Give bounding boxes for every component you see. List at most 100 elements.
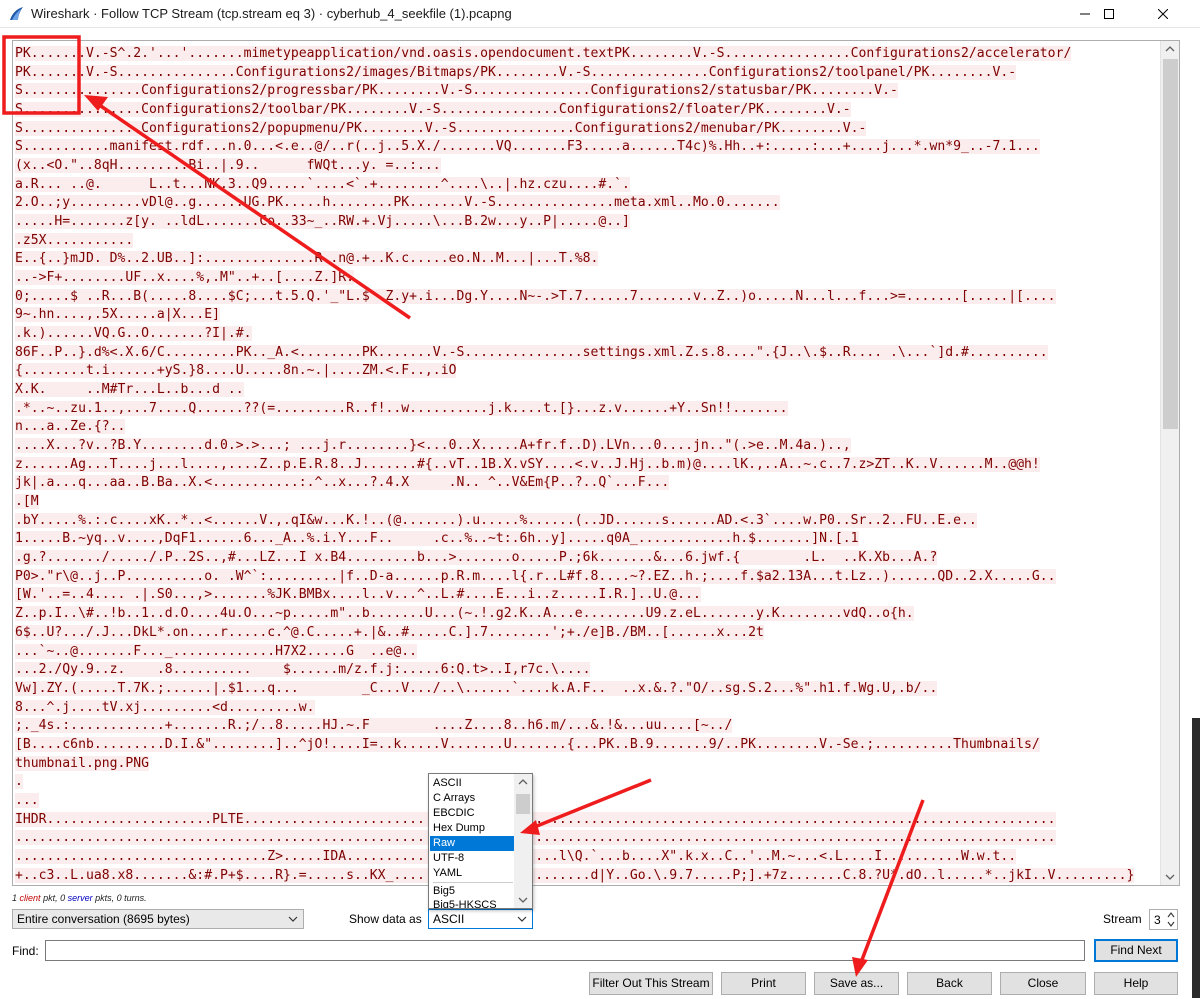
scroll-up-icon[interactable] bbox=[518, 778, 528, 786]
stream-line-text: S...........manifest.rdf...n.0...<.e..@/… bbox=[15, 139, 1040, 155]
stream-line-text: ..->F+........UF..x....%,.M"..+..[....Z.… bbox=[15, 270, 354, 286]
dropdown-option[interactable]: Big5-HKSCS bbox=[430, 898, 514, 908]
client-label: client bbox=[19, 893, 41, 903]
stream-line-text: .k.)......VQ.G..O.......?I|.#. bbox=[15, 326, 252, 342]
stream-scrollbar[interactable] bbox=[1160, 41, 1179, 885]
stream-line-text: (x..<O."..8qH.........Bi..|.9.. fWQt...y… bbox=[15, 158, 441, 174]
stream-line: n...a..Ze.{?.. bbox=[15, 418, 1161, 437]
scrollbar-thumb[interactable] bbox=[1163, 59, 1178, 429]
stream-line-text: Z..p.I..\#..!b..1..d.O....4u.O...~p.....… bbox=[15, 606, 914, 622]
stream-line: 86F..P..}.d%<.X.6/C.........PK.._A.<....… bbox=[15, 344, 1161, 363]
dropdown-separator bbox=[433, 882, 513, 883]
stream-line-text: 1.....B.~yq..v....,DqF1......6..._A..%.i… bbox=[15, 531, 859, 547]
stream-line: PK.......V.-S...............Configuratio… bbox=[15, 64, 1161, 83]
stream-number-spinbox[interactable]: 3 bbox=[1149, 909, 1178, 930]
dropdown-option[interactable]: UTF-8 bbox=[430, 851, 514, 866]
stream-line: .g.?......./...../.P..2S..,#...LZ...I x.… bbox=[15, 549, 1161, 568]
client-count: 1 bbox=[12, 893, 18, 903]
stream-line-text: n...a..Ze.{?.. bbox=[15, 419, 126, 435]
spin-up-icon[interactable] bbox=[1167, 912, 1175, 918]
stream-line: 0;.....$ ..R...B(.....8....$C;...t.5.Q.'… bbox=[15, 288, 1161, 307]
stream-line-text: ...`~..@.......F..._.............H7X2...… bbox=[15, 643, 418, 659]
show-data-dropdown-list[interactable]: ASCII C Arrays EBCDIC Hex Dump Raw UTF-8… bbox=[428, 773, 533, 909]
stream-number-value: 3 bbox=[1154, 913, 1161, 927]
stream-line-text: a.R... ..@. L..t...NK.3..Q9.....`....<`.… bbox=[15, 176, 630, 192]
stream-line: {........t.i......+yS.}8....U.....8n.~.|… bbox=[15, 362, 1161, 381]
stream-line: E..{..}mJD. D%..2.UB..]:..............R.… bbox=[15, 250, 1161, 269]
close-window-button[interactable] bbox=[1140, 0, 1186, 28]
dropdown-option[interactable]: Big5 bbox=[430, 884, 514, 899]
stream-line-text: ;._4s.:............+.......R.;/..8.....H… bbox=[15, 718, 733, 734]
stream-line: ...`~..@.......F..._.............H7X2...… bbox=[15, 643, 1161, 662]
stream-line-text: 2.O..;y.........vDl@..g......UG.PK.....h… bbox=[15, 195, 780, 211]
chevron-down-icon bbox=[517, 916, 527, 922]
server-label: server bbox=[67, 893, 93, 903]
stream-line-text: ...2./Qy.9..z. .8.......... $......m/z.f… bbox=[15, 662, 591, 678]
packet-info: 1 client pkt, 0 server pkts, 0 turns. bbox=[12, 893, 147, 903]
maximize-button[interactable] bbox=[1086, 0, 1132, 28]
stream-line-text: PK.......V.-S^.2.'...'.......mimetypeapp… bbox=[15, 46, 1072, 61]
save-as-button[interactable]: Save as... bbox=[814, 972, 899, 995]
stream-line: PK.......V.-S^.2.'...'.......mimetypeapp… bbox=[15, 45, 1161, 64]
dropdown-option[interactable]: C Arrays bbox=[430, 791, 514, 806]
stream-line: S...............Configurations2/progress… bbox=[15, 82, 1161, 101]
stream-line: .....H=.......z[y. ..ldL.......Co..33~_.… bbox=[15, 213, 1161, 232]
filter-out-stream-button[interactable]: Filter Out This Stream bbox=[589, 972, 713, 995]
stream-line: ........................................… bbox=[15, 829, 1161, 848]
info-middle: pkt, 0 bbox=[43, 893, 66, 903]
scroll-down-icon[interactable] bbox=[518, 896, 528, 904]
stream-line-text: ... bbox=[15, 792, 39, 808]
stream-line: (x..<O."..8qH.........Bi..|.9.. fWQt...y… bbox=[15, 157, 1161, 176]
stream-line-text: X.K. ..M#Tr...L..b...d .. bbox=[15, 382, 244, 398]
stream-line: [B....c6nb.........D.I.&"........]..^jO!… bbox=[15, 736, 1161, 755]
stream-line-text: S...............Configurations2/popupmen… bbox=[15, 120, 867, 136]
close-button[interactable]: Close bbox=[1000, 972, 1086, 995]
title-bar: Wireshark · Follow TCP Stream (tcp.strea… bbox=[0, 0, 1200, 28]
back-button[interactable]: Back bbox=[907, 972, 992, 995]
stream-line: S...........manifest.rdf...n.0...<.e..@/… bbox=[15, 138, 1161, 157]
stream-line: z......Ag...T....j...l....,....Z..p.E.R.… bbox=[15, 456, 1161, 475]
dropdown-scrollbar[interactable] bbox=[514, 774, 532, 908]
stream-text: PK.......V.-S^.2.'...'.......mimetypeapp… bbox=[15, 45, 1161, 885]
find-next-button[interactable]: Find Next bbox=[1094, 939, 1178, 962]
stream-line: P0>."r\@..j..P..........o. .W^`:........… bbox=[15, 568, 1161, 587]
dropdown-option[interactable]: YAML bbox=[430, 866, 514, 881]
stream-line-text: S...............Configurations2/progress… bbox=[15, 83, 898, 99]
show-data-select-value: ASCII bbox=[433, 912, 465, 926]
show-data-select[interactable]: ASCII bbox=[428, 909, 533, 929]
dropdown-scrollbar-thumb[interactable] bbox=[516, 794, 530, 814]
scroll-up-icon[interactable] bbox=[1165, 45, 1175, 53]
stream-line: Vw].ZY.(.....T.7K.;......|.$1...q... _C.… bbox=[15, 680, 1161, 699]
stream-line-text: [W.'..=..4.... .|.S0...,>.......%JK.BMBx… bbox=[15, 587, 701, 603]
dropdown-option-selected[interactable]: Raw bbox=[430, 836, 514, 851]
stream-line: . bbox=[15, 773, 1161, 792]
stream-line: ...2./Qy.9..z. .8.......... $......m/z.f… bbox=[15, 661, 1161, 680]
stream-line-text: .z5X........... bbox=[15, 232, 134, 248]
conversation-select[interactable]: Entire conversation (8695 bytes) bbox=[12, 909, 304, 929]
stream-line-text: Vw].ZY.(.....T.7K.;......|.$1...q... _C.… bbox=[15, 680, 938, 696]
stream-line-text: 8...^.j....tV.xj.........<d.........w. bbox=[15, 699, 315, 715]
maximize-icon bbox=[1104, 9, 1114, 19]
window-title: Wireshark · Follow TCP Stream (tcp.strea… bbox=[31, 6, 512, 21]
scroll-down-icon[interactable] bbox=[1165, 873, 1175, 881]
stream-line-text: 0;.....$ ..R...B(.....8....$C;...t.5.Q.'… bbox=[15, 288, 1056, 304]
stream-line: thumbnail.png.PNG bbox=[15, 755, 1161, 774]
stream-line: .k.)......VQ.G..O.......?I|.#. bbox=[15, 325, 1161, 344]
background-window-edge bbox=[1180, 28, 1200, 999]
stream-line: Z..p.I..\#..!b..1..d.O....4u.O...~p.....… bbox=[15, 605, 1161, 624]
find-input[interactable] bbox=[45, 940, 1085, 961]
spin-down-icon[interactable] bbox=[1167, 921, 1175, 927]
stream-line-text: [B....c6nb.........D.I.&"........]..^jO!… bbox=[15, 736, 1040, 752]
stream-line: [W.'..=..4.... .|.S0...,>.......%JK.BMBx… bbox=[15, 586, 1161, 605]
help-button[interactable]: Help bbox=[1094, 972, 1178, 995]
dropdown-option[interactable]: Hex Dump bbox=[430, 821, 514, 836]
dropdown-option[interactable]: EBCDIC bbox=[430, 806, 514, 821]
stream-line-text: 6$..U?.../.J...DkL*.on....r.....c.^@.C..… bbox=[15, 624, 764, 640]
find-label: Find: bbox=[12, 944, 39, 958]
stream-line-text: .[M bbox=[15, 494, 39, 510]
dropdown-option[interactable]: ASCII bbox=[430, 776, 514, 791]
stream-line-text: IHDR.....................PLTE...........… bbox=[15, 811, 1056, 827]
stream-line-text: +..c3..L.ua8.x8.......&:#.P+$....R}.=...… bbox=[15, 867, 1135, 883]
print-button[interactable]: Print bbox=[721, 972, 806, 995]
stream-text-area[interactable]: PK.......V.-S^.2.'...'.......mimetypeapp… bbox=[12, 40, 1180, 886]
